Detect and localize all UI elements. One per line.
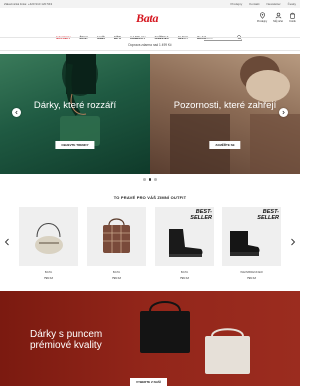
product-price: 799 Kč bbox=[246, 276, 257, 280]
cart-icon bbox=[290, 12, 295, 19]
account-label: Můj účet bbox=[273, 20, 283, 23]
account-button[interactable]: Můj účet bbox=[273, 12, 283, 23]
banner-title-line2: prémiové kvality bbox=[30, 340, 102, 351]
product-price: 799 Kč bbox=[43, 276, 54, 280]
top-link-newsletter[interactable]: Newsletter bbox=[266, 2, 280, 6]
carousel-dots bbox=[143, 178, 157, 181]
bestseller-badge: BEST- SELLER bbox=[257, 209, 279, 221]
hero-right-button[interactable]: ZAMĚŘTE SE bbox=[209, 141, 241, 149]
hero-next-arrow[interactable] bbox=[279, 108, 288, 117]
product-image[interactable]: BEST- SELLER bbox=[155, 207, 214, 266]
top-link-stores[interactable]: Prodejny bbox=[230, 2, 242, 6]
carousel-dot[interactable] bbox=[143, 178, 146, 181]
top-link-contact[interactable]: Kontakt bbox=[249, 2, 259, 6]
cart-button[interactable]: Košík bbox=[289, 12, 296, 23]
bata-logo[interactable]: Bata bbox=[136, 11, 158, 26]
header: Bata Prodejny Můj účet Košík NOVINKY ŽEN… bbox=[0, 8, 300, 41]
hero-left-title: Dárky, které rozzáří bbox=[33, 100, 117, 111]
product-brand: WEINBRENNER bbox=[240, 270, 263, 274]
chevron-left-icon[interactable] bbox=[4, 238, 10, 246]
cart-label: Košík bbox=[289, 20, 296, 23]
top-link-language[interactable]: Česky bbox=[288, 2, 296, 6]
chevron-right-icon[interactable] bbox=[290, 238, 296, 246]
hero-left-button[interactable]: OBJEVTE TRENDY bbox=[55, 141, 95, 149]
chevron-left-icon bbox=[15, 110, 18, 115]
promo-text[interactable]: Doprava zdarma nad 1 499 Kč bbox=[128, 43, 171, 47]
stores-label: Prodejny bbox=[256, 20, 268, 23]
hero-left[interactable]: Dárky, které rozzáří OBJEVTE TRENDY bbox=[0, 54, 150, 174]
product-image[interactable] bbox=[87, 207, 146, 266]
product-card[interactable]: BATA 799 Kč bbox=[19, 207, 78, 280]
chevron-right-icon bbox=[282, 110, 285, 115]
hero-right-image bbox=[170, 56, 300, 174]
bestseller-badge: BEST- SELLER bbox=[190, 209, 212, 221]
section-title: TO PRAVÉ PRO VÁŠ ZIMNÍ OUTFIT bbox=[113, 195, 187, 200]
product-card[interactable]: BATA 799 Kč bbox=[87, 207, 146, 280]
top-links: Prodejny Kontakt Newsletter Česky bbox=[230, 2, 296, 6]
banner-title-line1: Dárky s puncem bbox=[30, 329, 103, 340]
store-icon bbox=[259, 12, 265, 19]
product-brand: BATA bbox=[44, 270, 53, 274]
hero-left-image bbox=[60, 54, 100, 146]
hero-prev-arrow[interactable] bbox=[12, 108, 21, 117]
carousel-dot[interactable] bbox=[154, 178, 157, 181]
user-icon bbox=[275, 12, 281, 19]
hero-right-title: Pozornosti, které zahřejí bbox=[173, 100, 277, 111]
hotline-text: Zákaznická linka: +420 910 120 543 bbox=[4, 2, 53, 6]
product-card[interactable]: BEST- SELLER BATA 799 Kč bbox=[155, 207, 214, 280]
banner-button[interactable]: VYBERTE Z NAŠÍ bbox=[130, 378, 167, 386]
promo-strip: Doprava zdarma nad 1 499 Kč bbox=[0, 37, 300, 51]
product-card[interactable]: BEST- SELLER WEINBRENNER 799 Kč bbox=[222, 207, 281, 280]
carousel-dot-active[interactable] bbox=[148, 178, 151, 181]
product-price: 799 Kč bbox=[111, 276, 122, 280]
hero-right[interactable]: Pozornosti, které zahřejí ZAMĚŘTE SE bbox=[150, 54, 300, 174]
top-bar: Zákaznická linka: +420 910 120 543 Prode… bbox=[0, 0, 300, 8]
product-image[interactable]: BEST- SELLER bbox=[222, 207, 281, 266]
product-image[interactable] bbox=[19, 207, 78, 266]
product-price: 799 Kč bbox=[179, 276, 190, 280]
product-brand: BATA bbox=[180, 270, 189, 274]
stores-button[interactable]: Prodejny bbox=[257, 12, 267, 23]
product-brand: BATA bbox=[112, 270, 121, 274]
banner-title: Dárky s puncem prémiové kvality bbox=[30, 329, 102, 351]
header-actions: Prodejny Můj účet Košík bbox=[257, 12, 296, 23]
gift-banner[interactable]: Dárky s puncem prémiové kvality VYBERTE … bbox=[0, 291, 300, 386]
